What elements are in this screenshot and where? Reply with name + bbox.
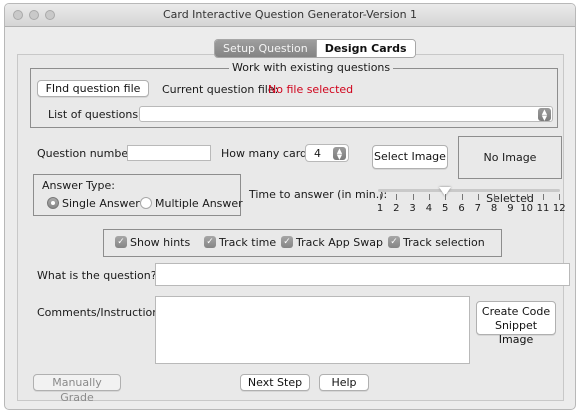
slider-tick (510, 194, 512, 200)
slider-tick-label: 10 (520, 203, 534, 214)
track-time-label: Track time (219, 236, 277, 249)
create-code-snippet-label-line1: Create Code (481, 305, 551, 318)
multiple-answer-label: Multiple Answer (155, 197, 243, 210)
current-file-label: Current question file: (162, 83, 279, 96)
track-selection-label: Track selection (403, 236, 485, 249)
show-hints-label: Show hints (130, 236, 191, 249)
slider-tick-label: 9 (507, 203, 514, 214)
app-window: Card Interactive Question Generator-Vers… (4, 3, 576, 410)
tab-setup-question[interactable]: Setup Question (215, 40, 316, 57)
track-time-checkbox[interactable]: ✓ (204, 236, 216, 248)
how-many-cards-label: How many cards: (221, 147, 317, 160)
slider-tick-label: 5 (442, 203, 449, 214)
track-app-swap-checkbox[interactable]: ✓ (281, 236, 293, 248)
next-step-button[interactable]: Next Step (240, 374, 310, 391)
slider-tick (445, 194, 447, 200)
select-arrows-icon: ▲ ▼ (538, 108, 551, 122)
existing-questions-legend: Work with existing questions (229, 61, 394, 74)
manually-grade-button[interactable]: Manually Grade (33, 374, 121, 404)
create-code-snippet-button[interactable]: Create Code Snippet Image (476, 301, 556, 346)
find-question-file-button[interactable]: FInd question file (37, 80, 149, 97)
comments-label: Comments/Instructions: (37, 306, 169, 319)
tab-design-cards[interactable]: Design Cards (315, 40, 415, 57)
question-label: What is the question? (37, 269, 157, 282)
single-answer-label: Single Answer (62, 197, 140, 210)
slider-tick (526, 194, 528, 200)
help-button[interactable]: Help (319, 374, 369, 391)
select-arrows-icon: ▲ ▼ (333, 147, 346, 161)
slider-tick (396, 194, 398, 200)
slider-tick (494, 194, 496, 200)
slider-tick-label: 11 (536, 203, 550, 214)
time-to-answer-label: Time to answer (in min.): (249, 188, 388, 201)
multiple-answer-radio[interactable] (140, 197, 152, 209)
track-app-swap-label: Track App Swap (296, 236, 383, 249)
slider-tick (477, 194, 479, 200)
slider-tick (461, 194, 463, 200)
slider-tick-label: 6 (458, 203, 465, 214)
title-bar: Card Interactive Question Generator-Vers… (5, 4, 575, 27)
comments-textarea[interactable] (155, 296, 470, 364)
slider-tick-label: 12 (552, 203, 566, 214)
slider-tick-label: 4 (425, 203, 433, 214)
window-title: Card Interactive Question Generator-Vers… (162, 8, 418, 21)
list-of-questions-label: List of questions: (48, 108, 142, 121)
question-list-select[interactable]: ▲ ▼ (139, 106, 553, 122)
select-image-button[interactable]: Select Image (372, 145, 448, 169)
slider-tick (380, 194, 381, 200)
tab-bar: Setup Question Design Cards (214, 39, 416, 58)
slider-tick (428, 194, 430, 200)
question-input[interactable] (155, 263, 570, 286)
create-code-snippet-label-line2: Snippet Image (494, 319, 538, 346)
single-answer-radio[interactable] (47, 197, 59, 209)
cards-count-value: 4 (314, 147, 321, 160)
slider-tick (559, 194, 561, 200)
slider-tick-label: 2 (393, 203, 400, 214)
slider-tick-label: 7 (474, 203, 481, 214)
cards-count-select[interactable]: 4 ▲ ▼ (305, 144, 349, 162)
slider-tick-label: 3 (409, 203, 416, 214)
slider-tick-label: 8 (490, 203, 498, 214)
slider-tick (543, 194, 544, 200)
image-status: No Image Selected (458, 136, 562, 205)
answer-type-label: Answer Type: (42, 179, 115, 192)
question-number-input[interactable] (127, 145, 211, 161)
track-selection-checkbox[interactable]: ✓ (388, 236, 400, 248)
show-hints-checkbox[interactable]: ✓ (115, 236, 127, 248)
slider-track (378, 189, 560, 192)
slider-tick (412, 194, 414, 200)
current-file-value: No file selected (268, 83, 354, 96)
slider-tick-label: 1 (376, 203, 384, 214)
question-number-label: Question number: (37, 147, 137, 160)
